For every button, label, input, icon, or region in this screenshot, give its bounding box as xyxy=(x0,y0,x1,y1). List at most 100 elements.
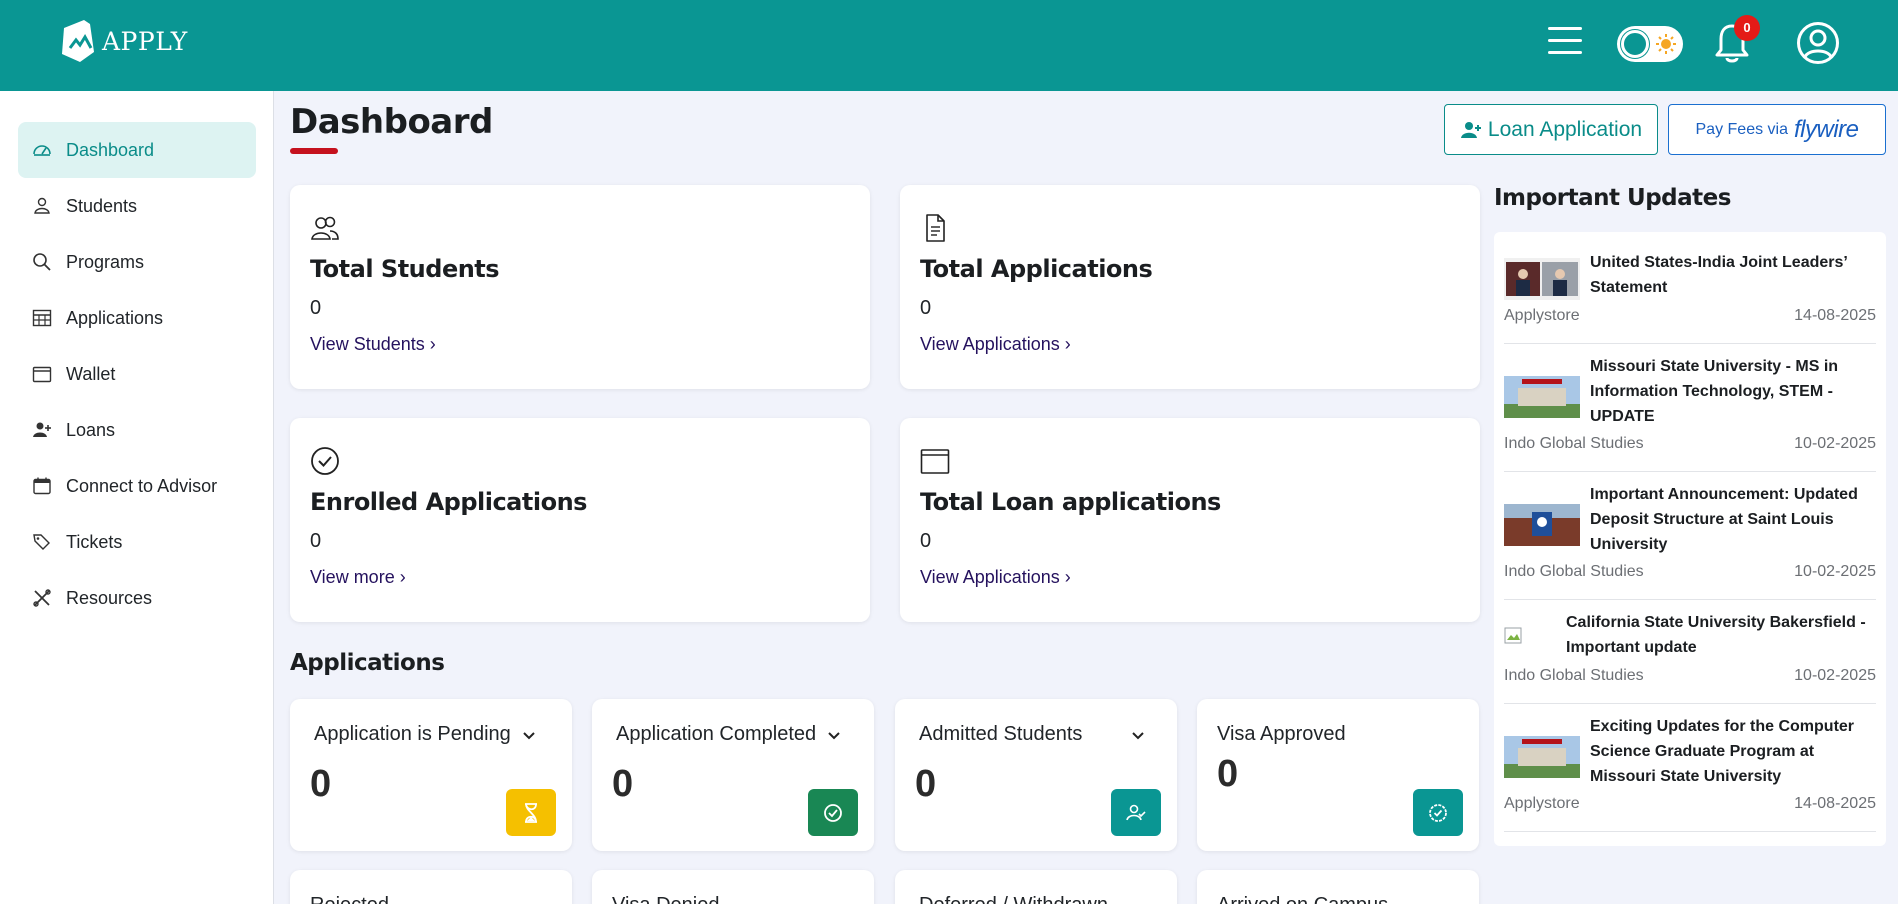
update-item[interactable]: California State University Bakersfield … xyxy=(1504,600,1876,704)
theme-toggle[interactable] xyxy=(1617,26,1683,62)
logo-mark-icon xyxy=(62,20,94,62)
person-icon xyxy=(34,197,50,214)
app-card-badge xyxy=(1413,789,1463,836)
calendar-icon xyxy=(33,477,51,495)
top-navbar: APPLY 0 xyxy=(0,0,1898,91)
app-card-badge xyxy=(506,789,556,836)
app-card-label[interactable]: Deferred / Withdrawn xyxy=(919,894,1108,904)
app-card-dropdown[interactable]: Application is Pending xyxy=(314,723,537,746)
app-card-badge xyxy=(808,789,858,836)
view-applications-link[interactable]: View Applications › xyxy=(920,334,1071,355)
loan-application-button[interactable]: Loan Application xyxy=(1444,104,1658,155)
hamburger-line xyxy=(1548,27,1582,30)
stat-card-total-loan-applications: Total Loan applications 0 View Applicati… xyxy=(900,418,1480,622)
updates-heading: Important Updates xyxy=(1494,185,1731,211)
sidebar-item-loans[interactable]: Loans xyxy=(18,402,256,458)
app-card-visa-approved: Visa Approved 0 xyxy=(1197,699,1479,851)
title-underline xyxy=(290,148,338,154)
notification-count-badge: 0 xyxy=(1734,15,1760,41)
people-icon xyxy=(311,216,339,240)
chevron-down-icon xyxy=(523,731,535,739)
user-avatar-icon[interactable] xyxy=(1796,21,1840,65)
pay-fees-label: Pay Fees via xyxy=(1695,120,1788,138)
sidebar-item-programs[interactable]: Programs xyxy=(18,234,256,290)
stat-card-total-applications: Total Applications 0 View Applications › xyxy=(900,185,1480,389)
view-students-link[interactable]: View Students › xyxy=(310,334,436,355)
sidebar: Dashboard Students Programs Applications… xyxy=(0,91,274,904)
update-title: Missouri State University - MS in Inform… xyxy=(1590,358,1839,425)
update-date: 10-02-2025 xyxy=(1794,563,1876,580)
sidebar-item-label: Connect to Advisor xyxy=(66,475,218,496)
hourglass-icon xyxy=(525,802,537,823)
check-circle-icon xyxy=(311,447,339,475)
app-card-label: Application is Pending xyxy=(314,723,511,745)
menu-toggle-button[interactable] xyxy=(1548,27,1582,57)
app-card-count: 0 xyxy=(310,763,332,805)
app-card-label: Application Completed xyxy=(616,723,817,745)
toggle-knob xyxy=(1621,30,1649,58)
search-icon xyxy=(33,253,51,271)
update-title: Important Announcement: Updated Deposit … xyxy=(1590,486,1858,553)
app-card-deferred-withdrawn: Deferred / Withdrawn xyxy=(895,870,1177,904)
view-more-link[interactable]: View more › xyxy=(310,567,406,588)
sidebar-item-dashboard[interactable]: Dashboard xyxy=(18,122,256,178)
update-source: Applystore xyxy=(1504,307,1580,324)
app-card-label-wrap: Visa Approved xyxy=(1217,723,1346,746)
app-card-label: Visa Approved xyxy=(1217,723,1346,745)
update-title: United States-India Joint Leaders’ State… xyxy=(1590,254,1847,296)
sidebar-item-label: Students xyxy=(66,195,138,216)
check-circle-icon xyxy=(824,803,842,822)
update-date: 10-02-2025 xyxy=(1794,667,1876,684)
stat-card-enrolled-applications: Enrolled Applications 0 View more › xyxy=(290,418,870,622)
app-card-visa-denied: Visa Denied xyxy=(592,870,874,904)
app-card-count: 0 xyxy=(612,763,634,805)
app-card-completed: Application Completed 0 xyxy=(592,699,874,851)
app-card-label: Arrived on Campus xyxy=(1217,894,1388,904)
sidebar-item-label: Wallet xyxy=(66,363,116,384)
sidebar-item-label: Tickets xyxy=(66,531,123,552)
person-plus-icon xyxy=(33,422,51,437)
update-item[interactable]: Important Announcement: Updated Deposit … xyxy=(1504,472,1876,600)
tags-icon xyxy=(33,534,50,550)
updates-panel: United States-India Joint Leaders’ State… xyxy=(1494,232,1886,846)
sidebar-item-students[interactable]: Students xyxy=(18,178,256,234)
sun-icon xyxy=(1656,34,1676,54)
app-card-arrived-on-campus: Arrived on Campus xyxy=(1197,870,1479,904)
sidebar-item-wallet[interactable]: Wallet xyxy=(18,346,256,402)
update-source: Indo Global Studies xyxy=(1504,563,1644,580)
chevron-down-icon xyxy=(828,731,840,739)
update-date: 10-02-2025 xyxy=(1794,435,1876,452)
update-item[interactable]: Missouri State University - MS in Inform… xyxy=(1504,344,1876,472)
stat-title: Total Loan applications xyxy=(920,488,1221,516)
app-card-rejected: Rejected xyxy=(290,870,572,904)
stat-card-total-students: Total Students 0 View Students › xyxy=(290,185,870,389)
hamburger-line xyxy=(1548,39,1582,42)
app-card-dropdown[interactable]: Application Completed xyxy=(616,723,842,746)
applications-heading: Applications xyxy=(290,650,445,676)
app-card-pending: Application is Pending 0 xyxy=(290,699,572,851)
sidebar-item-resources[interactable]: Resources xyxy=(18,570,256,626)
sidebar-item-label: Dashboard xyxy=(66,139,155,160)
stat-value: 0 xyxy=(310,297,322,319)
sidebar-item-connect-to-advisor[interactable]: Connect to Advisor xyxy=(18,458,256,514)
app-card-count: 0 xyxy=(915,763,937,805)
sidebar-item-label: Programs xyxy=(66,251,145,272)
update-item[interactable]: United States-India Joint Leaders’ State… xyxy=(1504,240,1876,344)
view-loan-applications-link[interactable]: View Applications › xyxy=(920,567,1071,588)
stat-title: Total Applications xyxy=(920,255,1153,283)
wallet-icon xyxy=(32,366,52,383)
update-thumbnail xyxy=(1504,504,1580,546)
app-card-dropdown[interactable]: Admitted Students xyxy=(919,723,1146,746)
sidebar-item-tickets[interactable]: Tickets xyxy=(18,514,256,570)
broken-image-icon xyxy=(1504,627,1522,644)
chevron-down-icon xyxy=(1132,731,1145,739)
verified-badge-icon xyxy=(1429,803,1447,822)
update-thumbnail xyxy=(1504,376,1580,418)
update-item[interactable]: Exciting Updates for the Computer Scienc… xyxy=(1504,704,1876,832)
app-logo[interactable]: APPLY xyxy=(60,18,188,64)
pay-fees-button[interactable]: Pay Fees via flywire xyxy=(1668,104,1886,155)
loan-application-label: Loan Application xyxy=(1487,117,1643,141)
update-date: 14-08-2025 xyxy=(1794,307,1876,324)
update-source: Applystore xyxy=(1504,795,1580,812)
sidebar-item-applications[interactable]: Applications xyxy=(18,290,256,346)
